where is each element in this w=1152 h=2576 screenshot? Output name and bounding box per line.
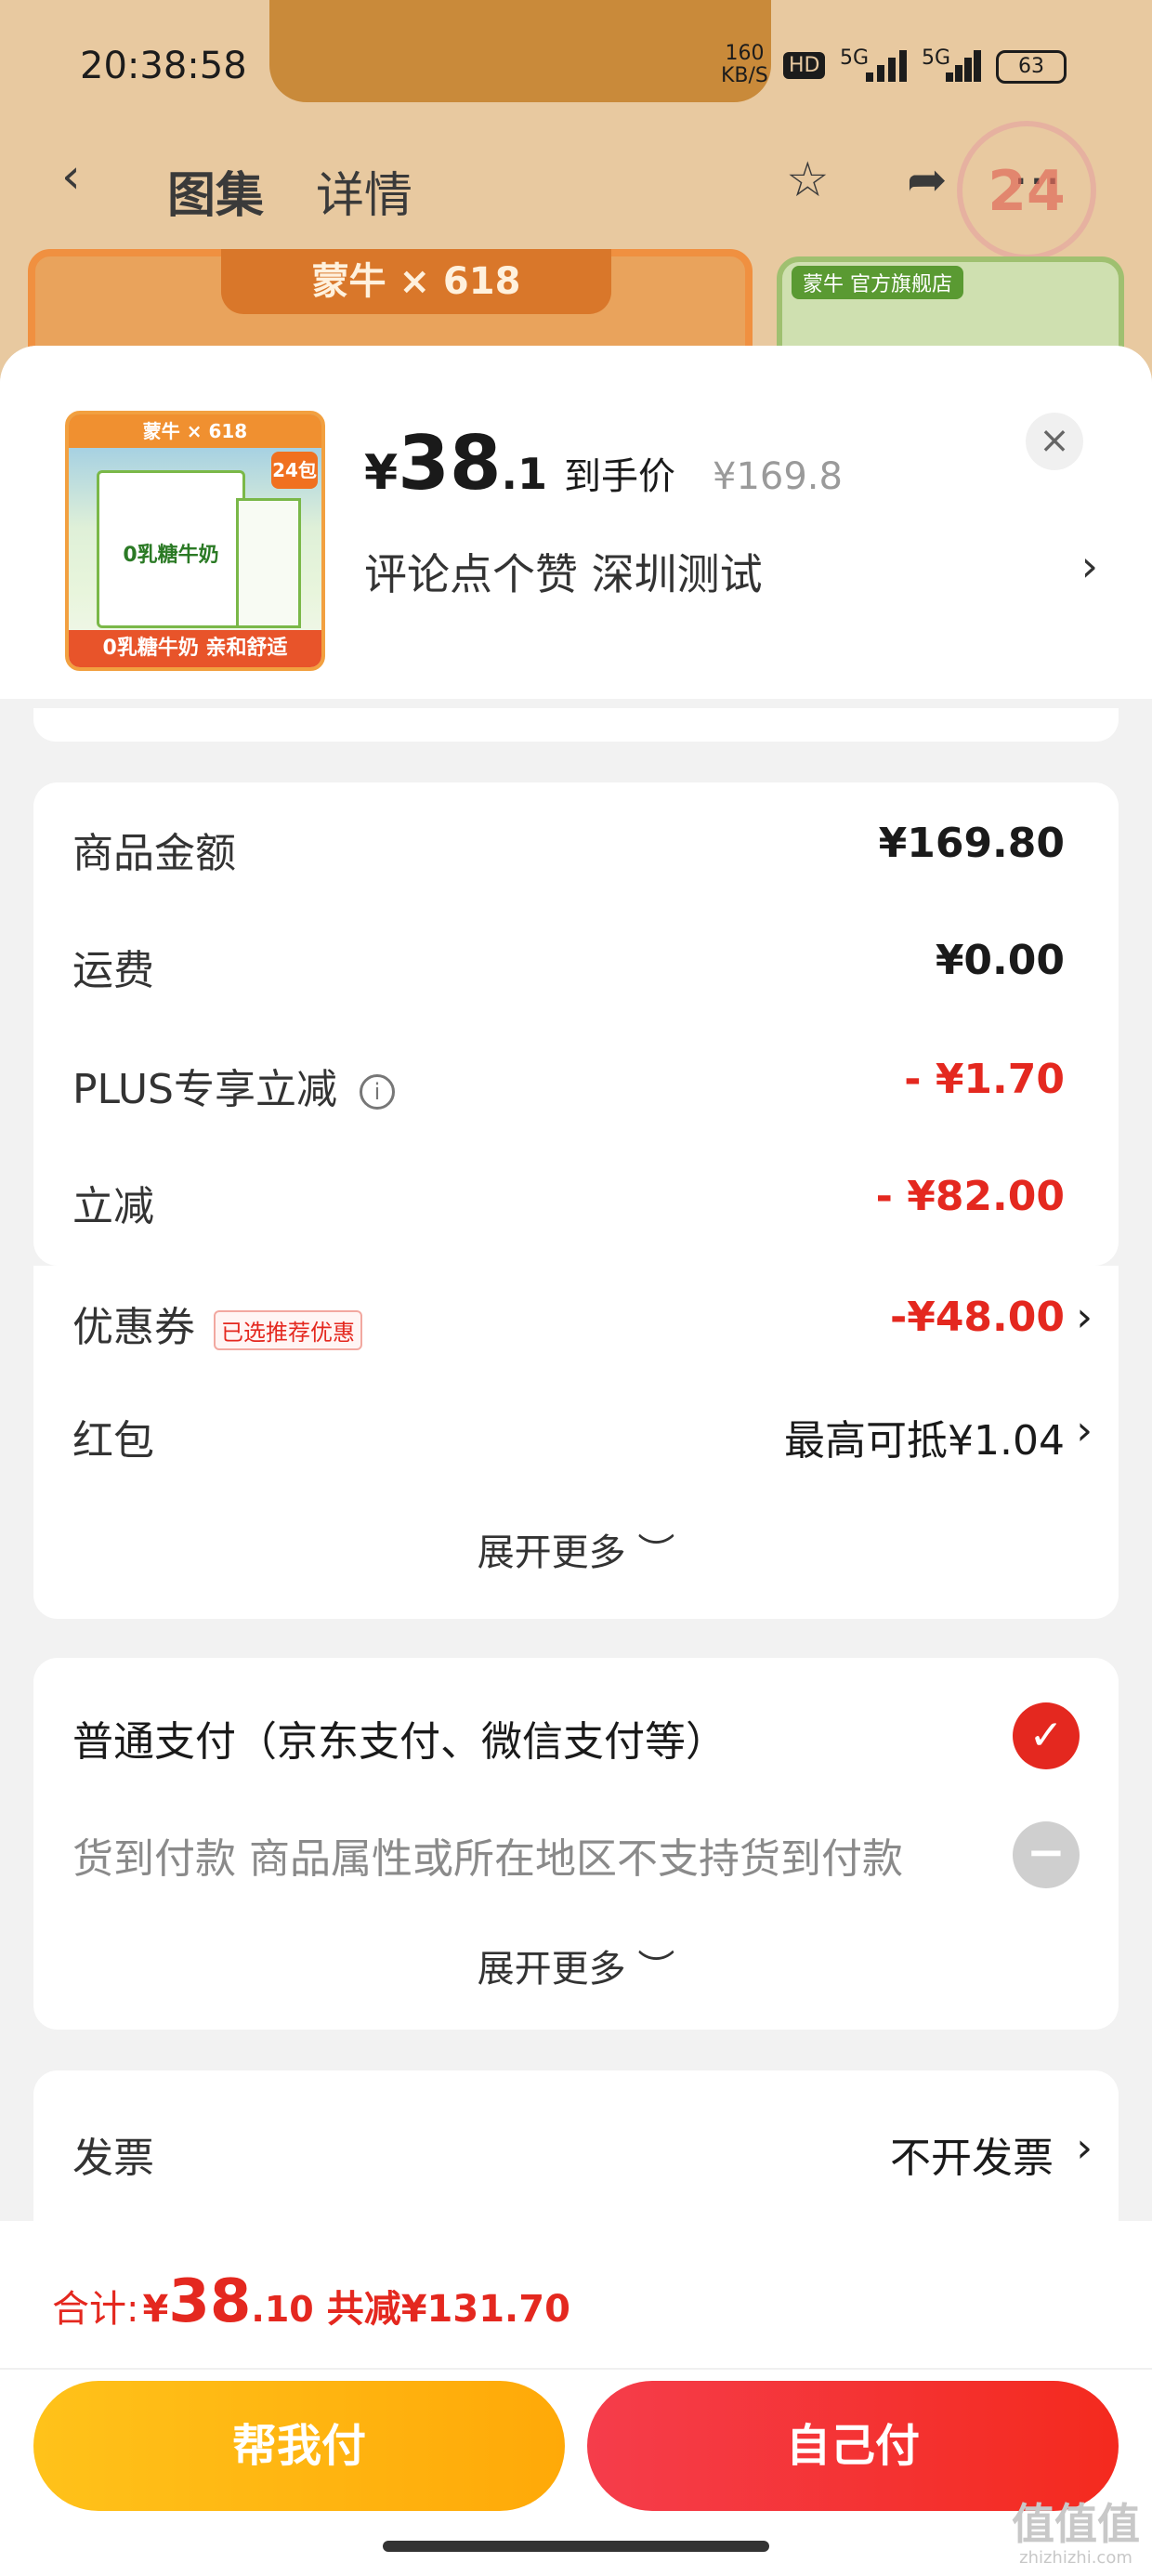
order-total: 合计: ¥38.10 共减¥131.70 <box>52 2267 570 2336</box>
tab-gallery[interactable]: 图集 <box>167 156 264 226</box>
self-pay-button[interactable]: 自己付 <box>587 2381 1119 2511</box>
back-icon[interactable]: ‹ <box>61 149 81 204</box>
disabled-icon: − <box>1013 1821 1080 1888</box>
invoice-row[interactable]: 发票 不开发票 › <box>72 2124 1093 2189</box>
expand-more-button[interactable]: 展开更多 ︶ <box>33 1939 1119 1992</box>
price-summary-card-lower: 优惠券 已选推荐优惠 -¥48.00 › 红包 最高可抵¥1.04 › 展开更多 … <box>33 1266 1119 1619</box>
product-header: 蒙牛 × 618 0乳糖牛奶 24包 0乳糖牛奶 亲和舒适 ¥38.1 到手价 ¥1… <box>0 346 1152 699</box>
recommended-tag: 已选推荐优惠 <box>214 1309 362 1350</box>
background-banner-label: 蒙牛 × 618 <box>221 249 611 314</box>
expand-more-button[interactable]: 展开更多 ︶ <box>33 1522 1119 1576</box>
thumbnail-milk-box: 0乳糖牛奶 <box>97 470 245 628</box>
background-product-page: 20:38:58 160 KB/S HD 5G 5G 63 ‹ 图集 详情 ☆ ➦… <box>0 0 1152 390</box>
chevron-right-icon: › <box>1076 1294 1093 1341</box>
summary-value: ¥169.80 <box>878 820 1065 867</box>
status-bar: 20:38:58 160 KB/S HD 5G 5G 63 <box>0 37 1152 102</box>
summary-value: - ¥82.00 <box>875 1173 1065 1220</box>
price-integer: 38 <box>398 420 502 506</box>
spec-text: 评论点个赞 深圳测试 <box>364 549 763 599</box>
star-icon[interactable]: ☆ <box>786 152 830 208</box>
summary-row-coupon[interactable]: 优惠券 已选推荐优惠 -¥48.00 › <box>72 1294 1093 1359</box>
battery-icon: 63 <box>996 50 1067 84</box>
summary-label: 立减 <box>72 1183 154 1230</box>
help-pay-button[interactable]: 帮我付 <box>33 2381 565 2511</box>
payment-option-standard[interactable]: 普通支付（京东支付、微信支付等） <box>72 1708 988 1773</box>
address-card-edge <box>33 708 1119 742</box>
summary-value: -¥48.00 <box>889 1294 1065 1341</box>
chevron-right-icon: › <box>1076 2124 1093 2172</box>
invoice-value: 不开发票 <box>890 2135 1054 2182</box>
close-button[interactable]: × <box>1026 413 1083 470</box>
share-icon[interactable]: ➦ <box>907 152 948 208</box>
summary-value: ¥0.00 <box>935 937 1065 984</box>
summary-label: 红包 <box>72 1417 154 1465</box>
signal-icon <box>866 50 910 82</box>
total-decimal: .10 <box>251 2289 314 2330</box>
chevron-right-icon: › <box>1080 541 1098 591</box>
price-decimal: .1 <box>501 449 547 499</box>
thumbnail-milk-box-2 <box>236 498 301 628</box>
price-summary-card: 商品金额 ¥169.80 运费 ¥0.00 PLUS专享立减 i - ¥1.70 … <box>33 782 1119 1266</box>
payment-option-label: 普通支付（京东支付、微信支付等） <box>72 1718 727 1766</box>
checkout-footer: 合计: ¥38.10 共减¥131.70 帮我付 自己付 值值值 zhizhizhi.… <box>0 2221 1152 2576</box>
network-speed: 160 KB/S <box>721 42 768 87</box>
payment-card: 普通支付（京东支付、微信支付等） ✓ 货到付款 商品属性或所在地区不支持货到付款… <box>33 1658 1119 2030</box>
watermark: 值值值 zhizhizhi.com <box>1012 2499 1140 2568</box>
original-price: ¥169.8 <box>713 455 843 498</box>
thumbnail-bottom-label: 0乳糖牛奶 亲和舒适 <box>69 630 321 667</box>
signal-5g-label: 5G <box>840 46 870 70</box>
invoice-label: 发票 <box>72 2135 154 2182</box>
payment-option-cod: 货到付款 商品属性或所在地区不支持货到付款 <box>72 1825 988 1890</box>
home-indicator[interactable] <box>383 2541 769 2552</box>
price-row: ¥38.1 到手价 ¥169.8 <box>364 420 843 506</box>
summary-row-plus: PLUS专享立减 i - ¥1.70 <box>72 1056 1065 1121</box>
summary-row-redpacket[interactable]: 红包 最高可抵¥1.04 › <box>72 1407 1093 1472</box>
summary-label: PLUS专享立减 i <box>72 1056 395 1115</box>
summary-label: 商品金额 <box>72 830 236 877</box>
payment-option-label: 货到付款 商品属性或所在地区不支持货到付款 <box>72 1835 903 1883</box>
thumbnail-top-label: 蒙牛 × 618 <box>69 414 321 448</box>
thumbnail-product-label: 0乳糖牛奶 <box>123 544 219 567</box>
summary-row-shipping: 运费 ¥0.00 <box>72 937 1065 1002</box>
background-sticker: 24包 <box>957 121 1096 354</box>
total-label: 合计: <box>52 2288 139 2331</box>
price-currency: ¥ <box>364 445 399 501</box>
price-label: 到手价 <box>564 455 675 498</box>
store-tag: 蒙牛 官方旗舰店 <box>792 266 963 299</box>
summary-label: 优惠券 已选推荐优惠 <box>72 1294 362 1353</box>
divider <box>0 2368 1152 2370</box>
thumbnail-badge: 24包 <box>271 452 318 489</box>
spec-selector[interactable]: 评论点个赞 深圳测试 › <box>364 541 1098 602</box>
signal-icon-2 <box>946 50 983 82</box>
total-reduced: 共减¥131.70 <box>326 2288 570 2331</box>
chevron-right-icon: › <box>1076 1407 1093 1454</box>
summary-value: - ¥1.70 <box>904 1056 1065 1103</box>
checked-icon[interactable]: ✓ <box>1013 1702 1080 1769</box>
hd-icon: HD <box>783 52 826 79</box>
summary-row-goods: 商品金额 ¥169.80 <box>72 820 1065 885</box>
product-thumbnail: 蒙牛 × 618 0乳糖牛奶 24包 0乳糖牛奶 亲和舒适 <box>65 411 325 671</box>
info-icon[interactable]: i <box>360 1074 395 1110</box>
status-time: 20:38:58 <box>80 45 247 87</box>
summary-value: 最高可抵¥1.04 <box>784 1417 1065 1465</box>
total-currency: ¥ <box>142 2288 169 2331</box>
total-integer: 38 <box>168 2267 252 2336</box>
summary-row-discount: 立减 - ¥82.00 <box>72 1173 1065 1238</box>
summary-label: 运费 <box>72 947 154 994</box>
tab-details[interactable]: 详情 <box>316 156 412 226</box>
